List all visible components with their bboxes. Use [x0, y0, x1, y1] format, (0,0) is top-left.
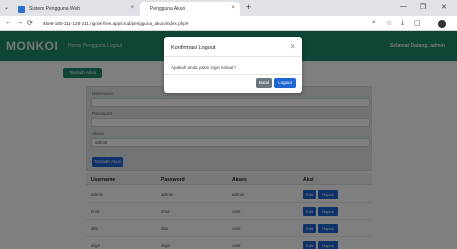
tab-menu-icon[interactable]: ⌄: [4, 4, 9, 11]
modal-divider: [164, 74, 302, 75]
browser-tab-2[interactable]: Pengguna Akun ×: [140, 2, 240, 16]
url-field[interactable]: 45e8-180-111-128-211.ngrok-free.app/crud…: [43, 21, 188, 26]
browser-address-bar: ← → ⟳ 45e8-180-111-128-211.ngrok-free.ap…: [0, 16, 457, 31]
favicon-icon: [18, 6, 25, 13]
close-tab-icon[interactable]: ×: [130, 5, 134, 11]
logout-button[interactable]: Logout: [274, 78, 296, 88]
browser-tab-1[interactable]: Sistem Pengguna Web ×: [13, 2, 139, 16]
modal-title: Konfirmasi Logout: [171, 45, 216, 51]
tab-label: Pengguna Akun: [150, 6, 186, 12]
cancel-button[interactable]: Batal: [256, 78, 272, 88]
zoom-icon[interactable]: ⌕: [372, 19, 376, 27]
maximize-icon[interactable]: ❐: [420, 3, 426, 11]
close-tab-icon[interactable]: ×: [231, 5, 235, 11]
new-tab-icon[interactable]: +: [246, 2, 251, 12]
sidebar-icon[interactable]: ▢: [414, 19, 421, 27]
close-window-icon[interactable]: ✕: [441, 3, 447, 11]
profile-icon[interactable]: [438, 20, 446, 28]
tab-label: Sistem Pengguna Web: [29, 6, 81, 12]
modal-message: Apakah anda yakin ingin keluar?: [171, 65, 237, 70]
bookmark-star-icon[interactable]: ☆: [386, 19, 392, 27]
forward-icon[interactable]: →: [16, 19, 23, 26]
logout-confirm-modal: Konfirmasi Logout × Apakah anda yakin in…: [164, 37, 302, 93]
modal-divider: [164, 56, 302, 57]
back-icon[interactable]: ←: [5, 19, 12, 26]
close-icon[interactable]: ×: [290, 42, 295, 51]
minimize-icon[interactable]: —: [400, 3, 407, 10]
browser-tab-bar: ⌄ Sistem Pengguna Web × Pengguna Akun × …: [0, 0, 457, 16]
reload-icon[interactable]: ⟳: [27, 19, 33, 27]
download-icon[interactable]: ⤓: [401, 19, 404, 27]
